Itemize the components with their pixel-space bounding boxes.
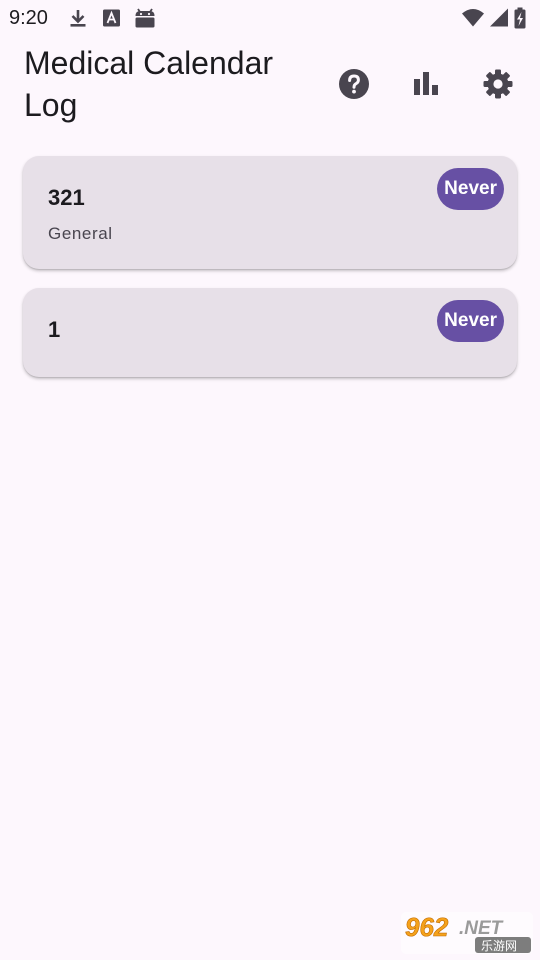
status-time: 9:20 [9, 7, 48, 29]
signal-icon [490, 8, 508, 27]
settings-gear-icon [483, 69, 513, 99]
statistics-button[interactable] [404, 62, 448, 106]
status-bar: 9:20 [0, 0, 540, 36]
list-item[interactable]: 321 General Never [23, 156, 517, 269]
entry-category: General [48, 224, 113, 243]
status-badge: Never [437, 300, 504, 342]
wifi-icon [462, 9, 484, 27]
battery-charging-icon [514, 7, 526, 29]
android-icon [135, 8, 155, 28]
help-button[interactable] [332, 62, 376, 106]
font-a-icon [103, 9, 120, 27]
svg-text:962: 962 [405, 912, 449, 942]
entry-title: 321 [48, 185, 85, 210]
entry-title: 1 [48, 317, 61, 342]
download-icon [70, 10, 86, 27]
watermark-logo: 962 .NET 乐游网 [401, 912, 533, 954]
svg-text:乐游网: 乐游网 [481, 939, 517, 953]
list-item[interactable]: 1 Never [23, 288, 517, 377]
settings-button[interactable] [476, 62, 520, 106]
page-title: Medical Calendar Log [24, 45, 274, 123]
status-badge: Never [437, 168, 504, 210]
help-icon [339, 69, 369, 99]
svg-text:.NET: .NET [459, 918, 504, 939]
bar-chart-icon [414, 72, 438, 95]
